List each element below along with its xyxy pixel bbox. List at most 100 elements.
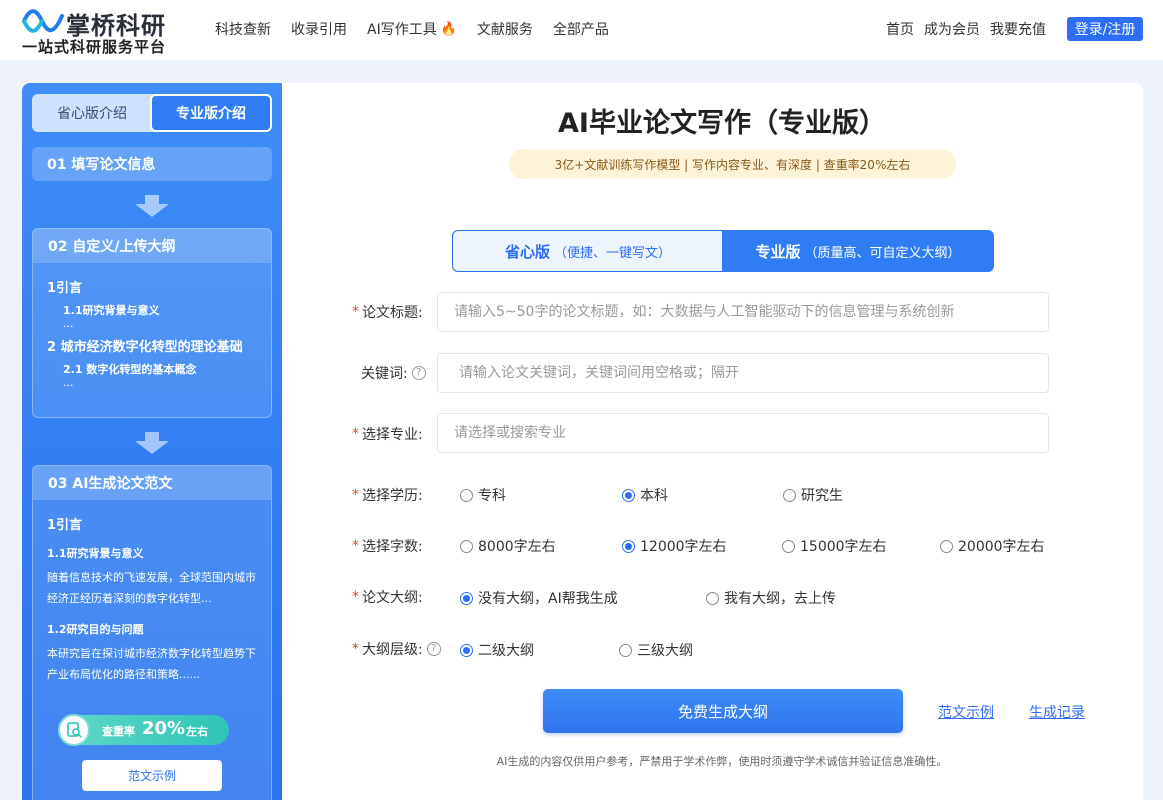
mode-pro-label: 专业版 bbox=[755, 242, 801, 261]
major-select-input[interactable] bbox=[437, 413, 1049, 453]
outline-level-option-label: 二级大纲 bbox=[478, 643, 534, 659]
keywords-input[interactable] bbox=[437, 353, 1049, 393]
nav-item-citation[interactable]: 收录引用 bbox=[291, 19, 347, 39]
radio-icon bbox=[940, 539, 953, 553]
outline-level1: 2 城市经济数字化转型的理论基础 bbox=[47, 340, 243, 355]
writing-form-panel: AI毕业论文写作（专业版） 3亿+文献训练写作模型 | 写作内容专业、有深度 |… bbox=[282, 83, 1143, 800]
nav-item-ai-writing[interactable]: AI写作工具 🔥 bbox=[367, 19, 457, 39]
nav-item-home[interactable]: 首页 bbox=[886, 19, 914, 39]
mode-easy-button[interactable]: 省心版 （便捷、一键写文） bbox=[452, 230, 724, 272]
outline-level-option-3[interactable]: 三级大纲 bbox=[619, 640, 693, 660]
document-check-icon bbox=[58, 714, 90, 746]
user-nav: 首页 成为会员 我要充值 bbox=[886, 19, 1056, 39]
step-2-card: 02 自定义/上传大纲 1引言 1.1研究背景与意义 ... 2 城市经济数字化… bbox=[32, 228, 272, 418]
required-mark: * bbox=[352, 589, 359, 605]
outline-level-label: * 大纲层级:? bbox=[352, 639, 441, 659]
nav-item-ai-writing-label: AI写作工具 bbox=[367, 22, 437, 38]
radio-checked-icon bbox=[460, 591, 473, 605]
keywords-label: 关键词:? bbox=[361, 363, 426, 383]
top-header: 掌桥科研 一站式科研服务平台 科技查新 收录引用 AI写作工具 🔥 文献服务 全部… bbox=[0, 0, 1163, 60]
generation-records-link[interactable]: 生成记录 bbox=[1029, 702, 1085, 722]
essay-subheading: 1.1研究背景与意义 bbox=[47, 547, 144, 560]
thesis-title-label: * 论文标题: bbox=[352, 302, 423, 322]
badge-label: 查重率 bbox=[102, 725, 135, 738]
outline-option-label: 没有大纲，AI帮我生成 bbox=[478, 591, 618, 607]
login-register-button[interactable]: 登录/注册 bbox=[1067, 17, 1143, 41]
outline-ellipsis: ... bbox=[63, 317, 74, 330]
word-count-label: * 选择字数: bbox=[352, 536, 423, 556]
badge-value: 20% bbox=[142, 718, 186, 739]
main-nav: 科技查新 收录引用 AI写作工具 🔥 文献服务 全部产品 bbox=[215, 19, 629, 39]
major-label-text: 选择专业: bbox=[362, 427, 423, 443]
step-2-header: 02 自定义/上传大纲 bbox=[33, 229, 271, 263]
outline-level2: 1.1研究背景与意义 bbox=[63, 304, 160, 317]
logo-wave-icon bbox=[22, 9, 64, 33]
required-mark: * bbox=[352, 538, 359, 554]
step-3-header: 03 AI生成论文范文 bbox=[33, 466, 271, 500]
thesis-title-input[interactable] bbox=[437, 292, 1049, 332]
sample-essay-link[interactable]: 范文示例 bbox=[938, 702, 994, 722]
radio-icon bbox=[619, 643, 632, 657]
tab-easy-intro[interactable]: 省心版介绍 bbox=[32, 94, 152, 132]
required-mark: * bbox=[352, 304, 359, 320]
nav-item-recharge[interactable]: 我要充值 bbox=[990, 19, 1046, 39]
degree-label: * 选择学历: bbox=[352, 485, 423, 505]
outline-option-label: 我有大纲，去上传 bbox=[724, 591, 836, 607]
outline-level-option-label: 三级大纲 bbox=[637, 643, 693, 659]
outline-preview: 1引言 1.1研究背景与意义 ... 2 城市经济数字化转型的理论基础 2.1 … bbox=[33, 263, 271, 397]
word-count-option-12000[interactable]: 12000字左右 bbox=[622, 536, 727, 556]
degree-option-label: 研究生 bbox=[801, 488, 843, 504]
help-icon[interactable]: ? bbox=[426, 642, 441, 656]
major-label: * 选择专业: bbox=[352, 424, 423, 444]
radio-icon bbox=[460, 539, 473, 553]
outline-level-label-text: 大纲层级: bbox=[362, 642, 423, 658]
degree-option-junior-college[interactable]: 专科 bbox=[460, 485, 506, 505]
arrow-down-icon bbox=[135, 195, 169, 217]
essay-preview: 1引言 1.1研究背景与意义 随着信息技术的飞速发展，全球范围内城市经济正经历着… bbox=[33, 500, 271, 693]
step-1-header: 01 填写论文信息 bbox=[32, 147, 272, 181]
intro-tabs: 省心版介绍 专业版介绍 bbox=[32, 94, 272, 132]
degree-label-text: 选择学历: bbox=[362, 488, 423, 504]
degree-option-bachelor[interactable]: 本科 bbox=[622, 485, 668, 505]
outline-label-text: 论文大纲: bbox=[362, 590, 423, 606]
word-count-option-20000[interactable]: 20000字左右 bbox=[940, 536, 1045, 556]
generate-outline-button[interactable]: 免费生成大纲 bbox=[543, 689, 903, 733]
required-mark: * bbox=[352, 426, 359, 442]
outline-label: * 论文大纲: bbox=[352, 587, 423, 607]
essay-paragraph: 本研究旨在探讨城市经济数字化转型趋势下产业布局优化的路径和策略...... bbox=[47, 647, 256, 681]
sample-essay-button[interactable]: 范文示例 bbox=[82, 760, 222, 791]
required-mark: * bbox=[352, 487, 359, 503]
page-title: AI毕业论文写作（专业版） bbox=[558, 108, 886, 139]
nav-item-literature[interactable]: 文献服务 bbox=[477, 19, 533, 39]
radio-icon bbox=[706, 591, 719, 605]
word-count-option-15000[interactable]: 15000字左右 bbox=[782, 536, 887, 556]
degree-option-postgraduate[interactable]: 研究生 bbox=[783, 485, 843, 505]
word-count-option-8000[interactable]: 8000字左右 bbox=[460, 536, 556, 556]
essay-heading: 1引言 bbox=[47, 518, 83, 533]
outline-ellipsis: ... bbox=[63, 376, 74, 389]
fire-icon: 🔥 bbox=[440, 21, 457, 37]
thesis-title-label-text: 论文标题: bbox=[362, 305, 423, 321]
outline-level-option-2[interactable]: 二级大纲 bbox=[460, 640, 534, 660]
required-mark: * bbox=[352, 641, 359, 657]
degree-option-label: 专科 bbox=[478, 488, 506, 504]
nav-item-membership[interactable]: 成为会员 bbox=[924, 19, 980, 39]
radio-checked-icon bbox=[622, 488, 635, 502]
nav-item-tech-search[interactable]: 科技查新 bbox=[215, 19, 271, 39]
tab-pro-intro[interactable]: 专业版介绍 bbox=[150, 94, 272, 132]
step-3-card: 03 AI生成论文范文 1引言 1.1研究背景与意义 随着信息技术的飞速发展，全… bbox=[32, 465, 272, 800]
arrow-down-icon bbox=[135, 432, 169, 454]
mode-pro-button[interactable]: 专业版 （质量高、可自定义大纲） bbox=[722, 230, 994, 272]
help-icon[interactable]: ? bbox=[411, 366, 426, 380]
radio-checked-icon bbox=[622, 539, 635, 553]
outline-option-ai-generate[interactable]: 没有大纲，AI帮我生成 bbox=[460, 588, 618, 608]
feature-tagline: 3亿+文献训练写作模型 | 写作内容专业、有深度 | 查重率20%左右 bbox=[509, 149, 956, 179]
mode-pro-desc: （质量高、可自定义大纲） bbox=[804, 245, 961, 261]
duplicate-rate-badge: 查重率 20% 左右 bbox=[58, 714, 229, 746]
radio-icon bbox=[460, 488, 473, 502]
logo[interactable]: 掌桥科研 一站式科研服务平台 bbox=[22, 6, 182, 56]
nav-item-all-products[interactable]: 全部产品 bbox=[553, 19, 609, 39]
word-count-option-label: 12000字左右 bbox=[640, 539, 727, 555]
essay-subheading: 1.2研究目的与问题 bbox=[47, 623, 144, 636]
outline-option-upload[interactable]: 我有大纲，去上传 bbox=[706, 588, 836, 608]
